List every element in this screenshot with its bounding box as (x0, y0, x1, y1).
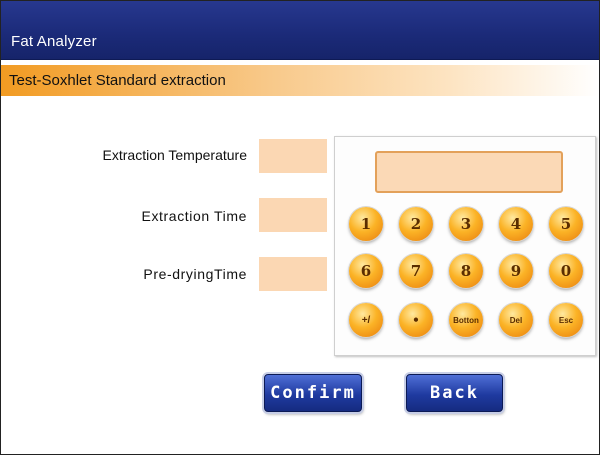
key-5[interactable]: 5 (549, 207, 583, 241)
extraction-temperature-input[interactable] (259, 139, 327, 173)
key-7[interactable]: 7 (399, 254, 433, 288)
key-escape[interactable]: Esc (549, 303, 583, 337)
key-6[interactable]: 6 (349, 254, 383, 288)
pre-drying-time-input[interactable] (259, 257, 327, 291)
keypad-display (375, 151, 563, 193)
app-title: Fat Analyzer (11, 33, 97, 50)
title-bar: Fat Analyzer (1, 1, 599, 60)
analyzer-screen: Fat Analyzer Test-Soxhlet Standard extra… (0, 0, 600, 455)
key-delete[interactable]: Del (499, 303, 533, 337)
confirm-button[interactable]: Confirm (264, 374, 362, 412)
extraction-time-label: Extraction Time (141, 208, 247, 224)
key-3[interactable]: 3 (449, 207, 483, 241)
key-0[interactable]: 0 (549, 254, 583, 288)
key-decimal-point[interactable]: • (399, 303, 433, 337)
back-button[interactable]: Back (406, 374, 503, 412)
key-9[interactable]: 9 (499, 254, 533, 288)
extraction-temperature-label: Extraction Temperature (102, 147, 247, 163)
key-plus-minus[interactable]: +/ (349, 303, 383, 337)
test-title: Test-Soxhlet Standard extraction (9, 72, 226, 89)
key-1[interactable]: 1 (349, 207, 383, 241)
key-botton[interactable]: Botton (449, 303, 483, 337)
pre-drying-time-label: Pre-dryingTime (143, 266, 247, 282)
numeric-keypad: 1 2 3 4 5 6 7 8 9 0 +/ • Botton Del Esc (334, 136, 596, 356)
test-header-bar: Test-Soxhlet Standard extraction (1, 65, 599, 96)
extraction-time-input[interactable] (259, 198, 327, 232)
key-2[interactable]: 2 (399, 207, 433, 241)
key-8[interactable]: 8 (449, 254, 483, 288)
key-4[interactable]: 4 (499, 207, 533, 241)
